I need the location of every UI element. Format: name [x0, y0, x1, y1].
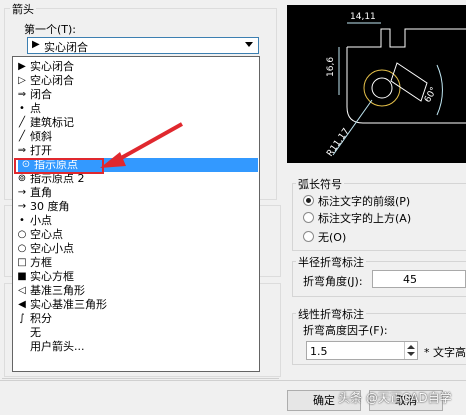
list-item[interactable]: ▷ 空心闭合: [14, 74, 258, 88]
linear-jog-title: 线性折弯标注: [296, 306, 366, 322]
hollow-closed-arrow-icon: ▷: [18, 75, 26, 86]
jog-angle-label: 折弯角度(J):: [303, 275, 363, 288]
list-item[interactable]: ⊚ 指示原点 2: [14, 172, 258, 186]
open-arrow-icon: ⇒: [17, 145, 27, 156]
list-item[interactable]: ▶ 实心闭合: [14, 60, 258, 74]
list-item[interactable]: • 点: [14, 102, 258, 116]
arrow-dropdown-list[interactable]: ▶ 实心闭合 ▷ 空心闭合 ⇒ 闭合 • 点 ╱ 建筑标记 ╱ 倾斜 ⇒ 打开 ⊙ 指示原点 ⊚…: [12, 56, 260, 372]
list-item[interactable]: 用户箭头...: [14, 340, 258, 354]
chevron-down-icon[interactable]: [245, 42, 253, 47]
arc-above-label: 标注文字的上方(A): [318, 212, 412, 225]
dim-left-text: 16,6: [326, 57, 336, 77]
jog-angle-input[interactable]: 45: [372, 270, 466, 288]
preview-drawing: 14,11 16,6 R11,17 60°: [325, 12, 466, 159]
first-arrow-select[interactable]: ▶ 实心闭合: [27, 37, 259, 54]
jog-height-factor-input[interactable]: 1.5: [306, 341, 418, 360]
integral-icon: ∫: [19, 313, 25, 324]
list-item[interactable]: → 30 度角: [14, 200, 258, 214]
list-item[interactable]: ∫ 积分: [14, 312, 258, 326]
spin-up-icon[interactable]: [407, 345, 415, 349]
list-item[interactable]: ◀ 实心基准三角形: [14, 298, 258, 312]
arc-length-title: 弧长符号: [296, 176, 344, 192]
list-item[interactable]: 无: [14, 326, 258, 340]
dim-top-text: 14,11: [350, 12, 376, 22]
architectural-tick-icon: ╱: [18, 117, 26, 128]
oblique-icon: ╱: [18, 131, 26, 142]
closed-arrow-icon: ⇒: [17, 89, 27, 100]
arrows-section-title: 箭头: [10, 1, 36, 17]
hollow-dot-icon: ○: [17, 229, 27, 240]
list-item[interactable]: ○ 空心小点: [14, 242, 258, 256]
jog-factor-spinner[interactable]: [404, 342, 417, 359]
small-hollow-dot-icon: ○: [17, 243, 27, 254]
arc-none-radio[interactable]: [303, 231, 314, 242]
list-item[interactable]: ◁ 基准三角形: [14, 284, 258, 298]
jog-height-factor-label: 折弯高度因子(F):: [303, 324, 388, 337]
dimension-preview: 14,11 16,6 R11,17 60°: [287, 5, 466, 163]
arc-above-radio[interactable]: [303, 212, 314, 223]
datum-triangle-icon: ◁: [18, 285, 26, 296]
solid-closed-arrow-icon: ▶: [32, 39, 40, 50]
watermark-text: 头条 @天正CAD自学: [338, 391, 452, 405]
angle-30-arrow-icon: →: [17, 201, 27, 212]
list-item[interactable]: □ 方框: [14, 256, 258, 270]
arc-prefix-radio[interactable]: [303, 195, 314, 206]
callout-arrow-icon: [100, 122, 183, 168]
jog-factor-suffix: * 文字高: [424, 346, 466, 359]
arc-none-label: 无(O): [318, 231, 347, 244]
spin-down-icon[interactable]: [407, 352, 415, 356]
first-arrow-label: 第一个(T):: [24, 23, 77, 36]
dim-radius-text: R11,17: [325, 127, 352, 159]
origin-indicator-2-icon: ⊚: [17, 173, 27, 184]
dot-arrow-icon: •: [19, 103, 25, 114]
list-item[interactable]: • 小点: [14, 214, 258, 228]
dialog-bottom-divider: [0, 380, 466, 381]
arc-prefix-label: 标注文字的前缀(P): [318, 195, 411, 208]
list-item[interactable]: ■ 实心方框: [14, 270, 258, 284]
list-item[interactable]: ⇒ 闭合: [14, 88, 258, 102]
solid-closed-arrow-icon: ▶: [18, 61, 26, 72]
right-angle-arrow-icon: →: [17, 187, 27, 198]
first-arrow-value: 实心闭合: [44, 41, 88, 54]
box-icon: □: [17, 257, 27, 268]
small-dot-icon: •: [19, 215, 25, 226]
solid-box-icon: ■: [17, 271, 27, 282]
list-item[interactable]: → 直角: [14, 186, 258, 200]
solid-datum-triangle-icon: ◀: [18, 299, 26, 310]
list-item[interactable]: ○ 空心点: [14, 228, 258, 242]
radius-jog-title: 半径折弯标注: [296, 254, 366, 270]
